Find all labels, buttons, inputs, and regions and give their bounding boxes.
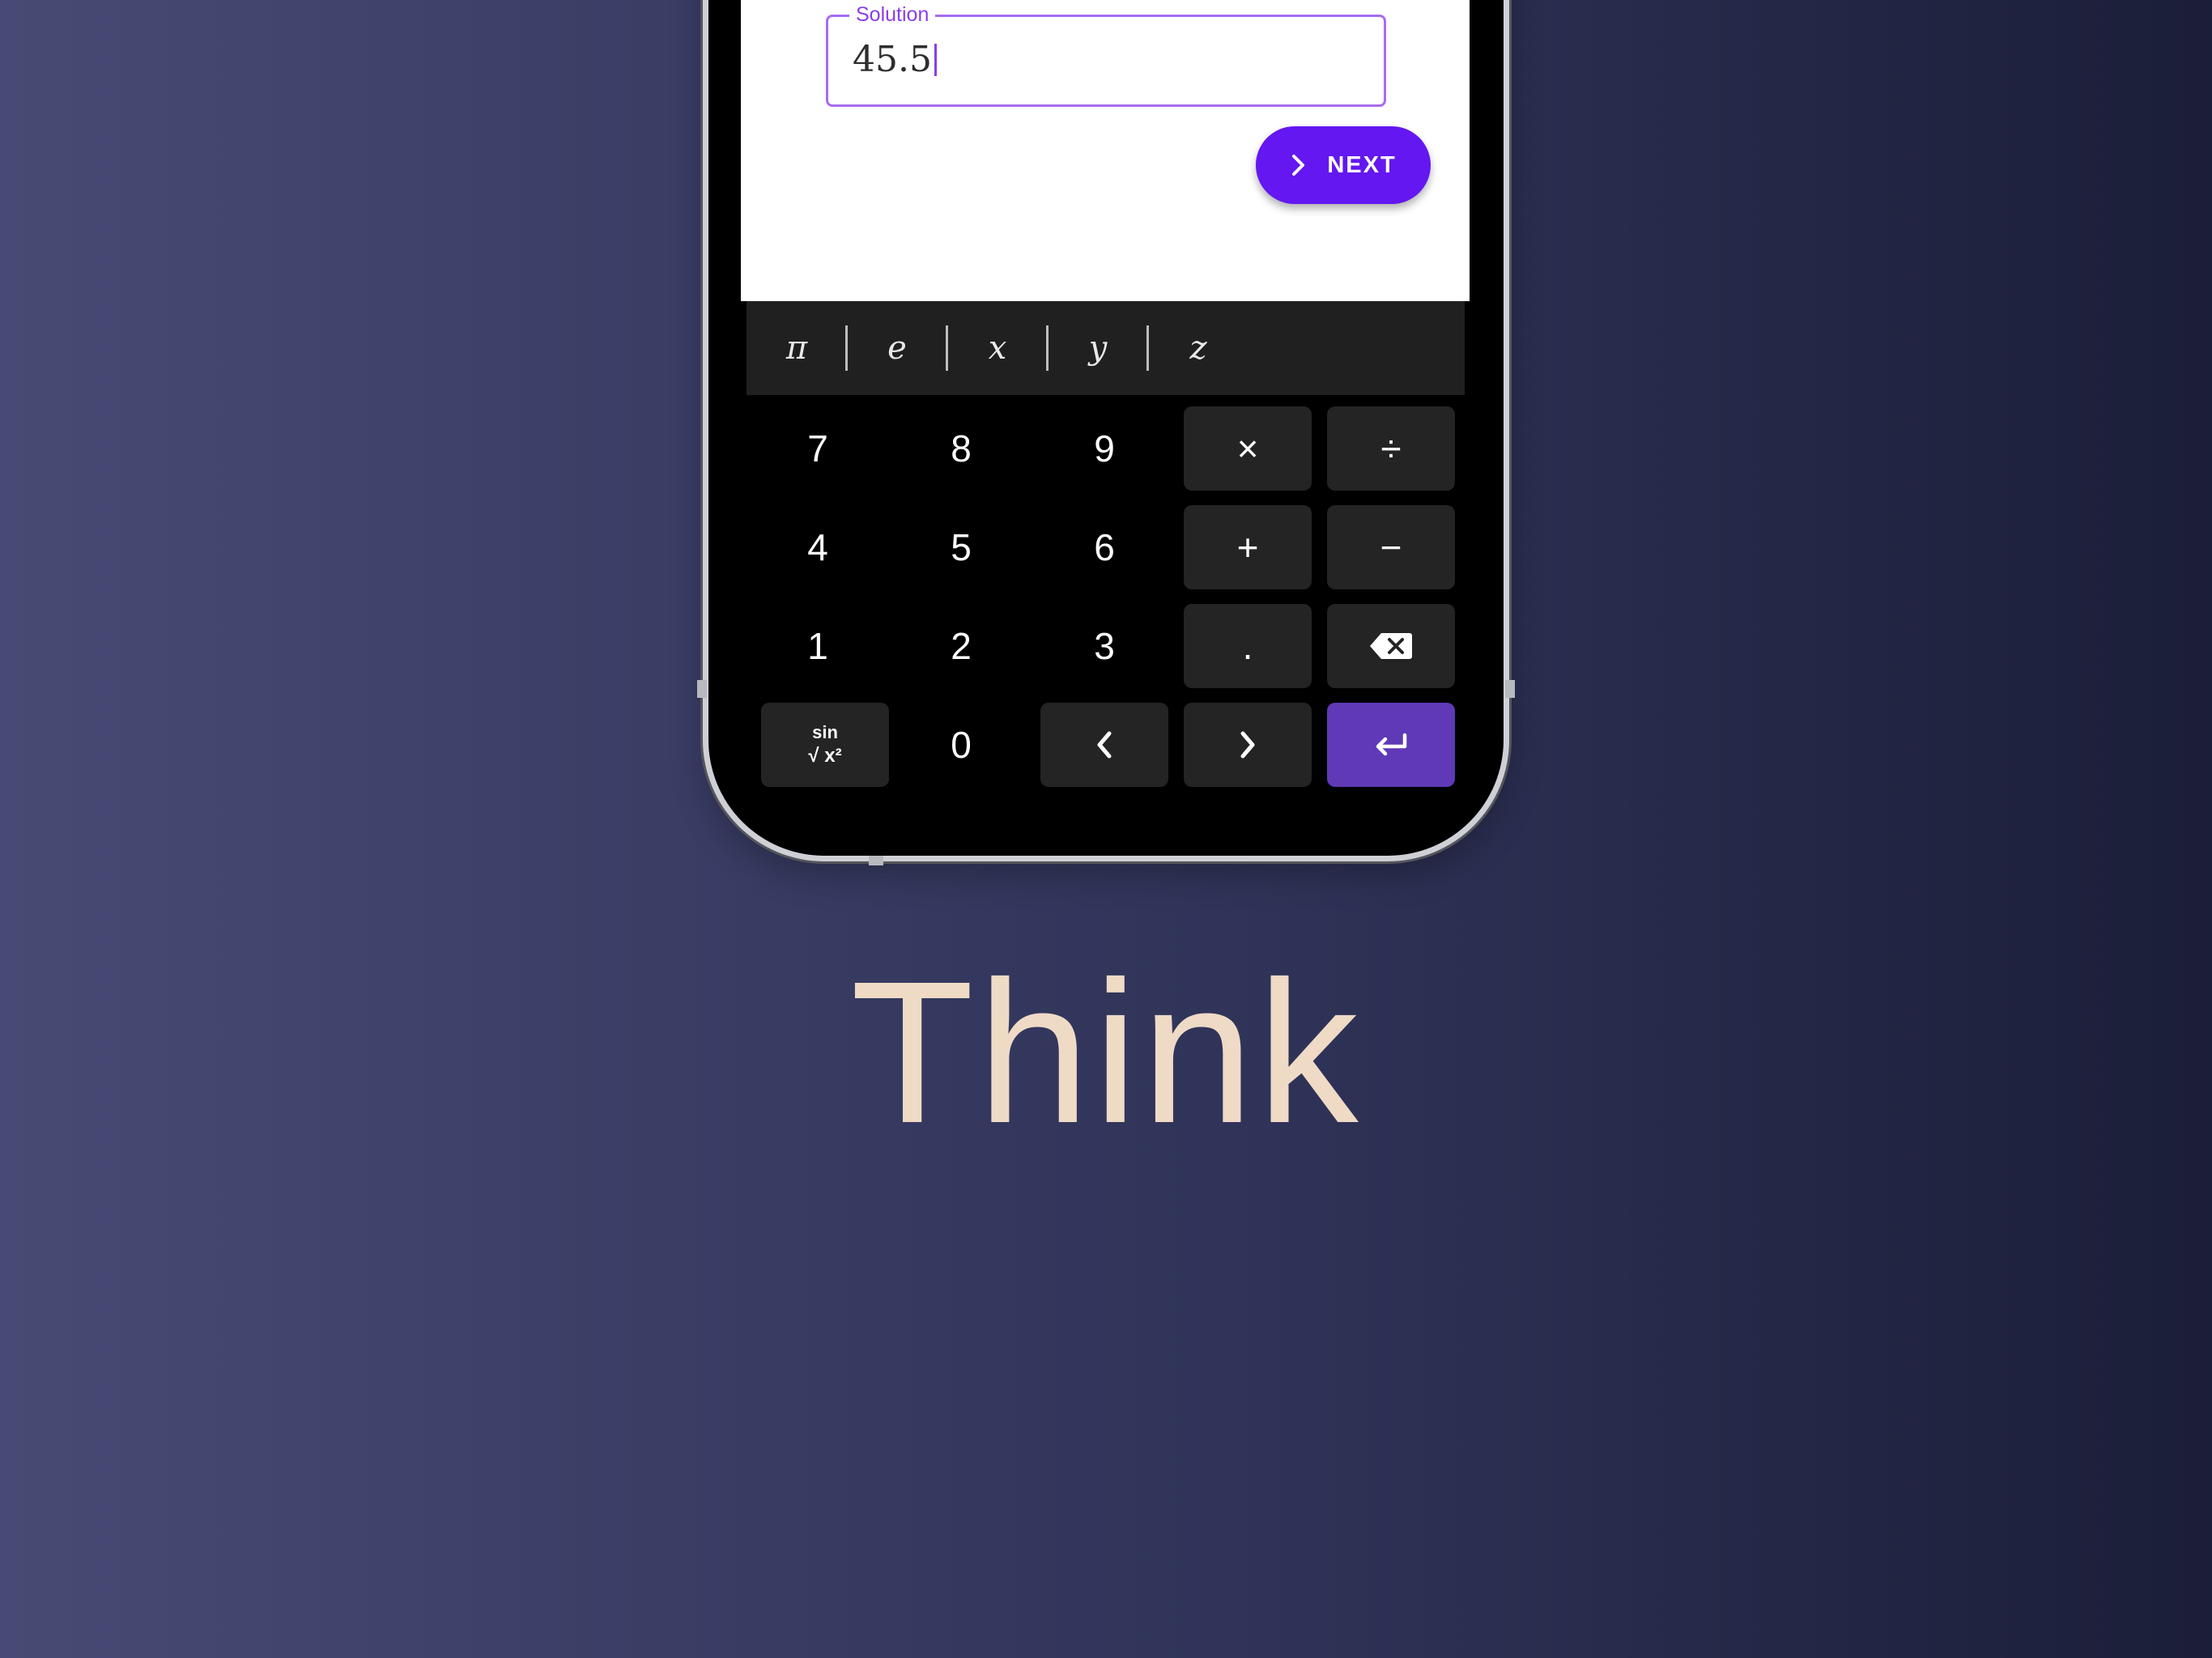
next-label: NEXT (1327, 151, 1397, 178)
answer-panel: Solution 45.5 NEXT (741, 0, 1470, 301)
backspace-icon (1370, 633, 1412, 659)
phone-frame: Solution 45.5 NEXT π e x y z 7 8 9 × ÷ 4… (697, 0, 1515, 865)
key-minus[interactable]: − (1327, 505, 1455, 589)
key-0[interactable]: 0 (897, 703, 1025, 787)
solution-input[interactable]: Solution 45.5 (826, 2, 1386, 107)
text-cursor (934, 44, 937, 76)
functions-label-bottom: √ x² (808, 745, 842, 767)
symbol-pi[interactable]: π (747, 301, 847, 395)
key-2[interactable]: 2 (897, 604, 1025, 688)
key-7[interactable]: 7 (754, 406, 882, 491)
key-cursor-right[interactable] (1184, 703, 1312, 787)
chevron-right-icon (1292, 155, 1305, 176)
key-enter[interactable] (1327, 703, 1455, 787)
side-button-right (1505, 680, 1515, 698)
symbol-z[interactable]: z (1148, 301, 1249, 395)
solution-label: Solution (849, 2, 936, 27)
side-button-left (697, 680, 707, 698)
key-9[interactable]: 9 (1040, 406, 1168, 491)
next-button[interactable]: NEXT (1256, 126, 1431, 204)
symbol-x[interactable]: x (947, 301, 1048, 395)
bottom-antenna-line (869, 856, 883, 865)
key-3[interactable]: 3 (1040, 604, 1168, 688)
enter-icon (1376, 733, 1407, 756)
key-plus[interactable]: + (1184, 505, 1312, 589)
functions-label-top: sin (812, 722, 838, 742)
chevron-left-icon (1097, 731, 1112, 759)
chevron-right-icon (1240, 731, 1255, 759)
symbol-bar: π e x y z (747, 301, 1465, 395)
key-8[interactable]: 8 (897, 406, 1025, 491)
key-6[interactable]: 6 (1040, 505, 1168, 589)
key-multiply[interactable]: × (1184, 406, 1312, 491)
solution-value: 45.5 (853, 38, 937, 82)
key-decimal-point[interactable]: . (1184, 604, 1312, 688)
key-4[interactable]: 4 (754, 505, 882, 589)
symbol-y[interactable]: y (1048, 301, 1148, 395)
key-backspace[interactable] (1327, 604, 1455, 688)
key-cursor-left[interactable] (1040, 703, 1168, 787)
key-functions[interactable]: sin √ x² (761, 703, 889, 787)
headline: Think (850, 939, 1362, 1165)
key-5[interactable]: 5 (897, 505, 1025, 589)
symbol-e[interactable]: e (847, 301, 947, 395)
key-1[interactable]: 1 (754, 604, 882, 688)
key-divide[interactable]: ÷ (1327, 406, 1455, 491)
